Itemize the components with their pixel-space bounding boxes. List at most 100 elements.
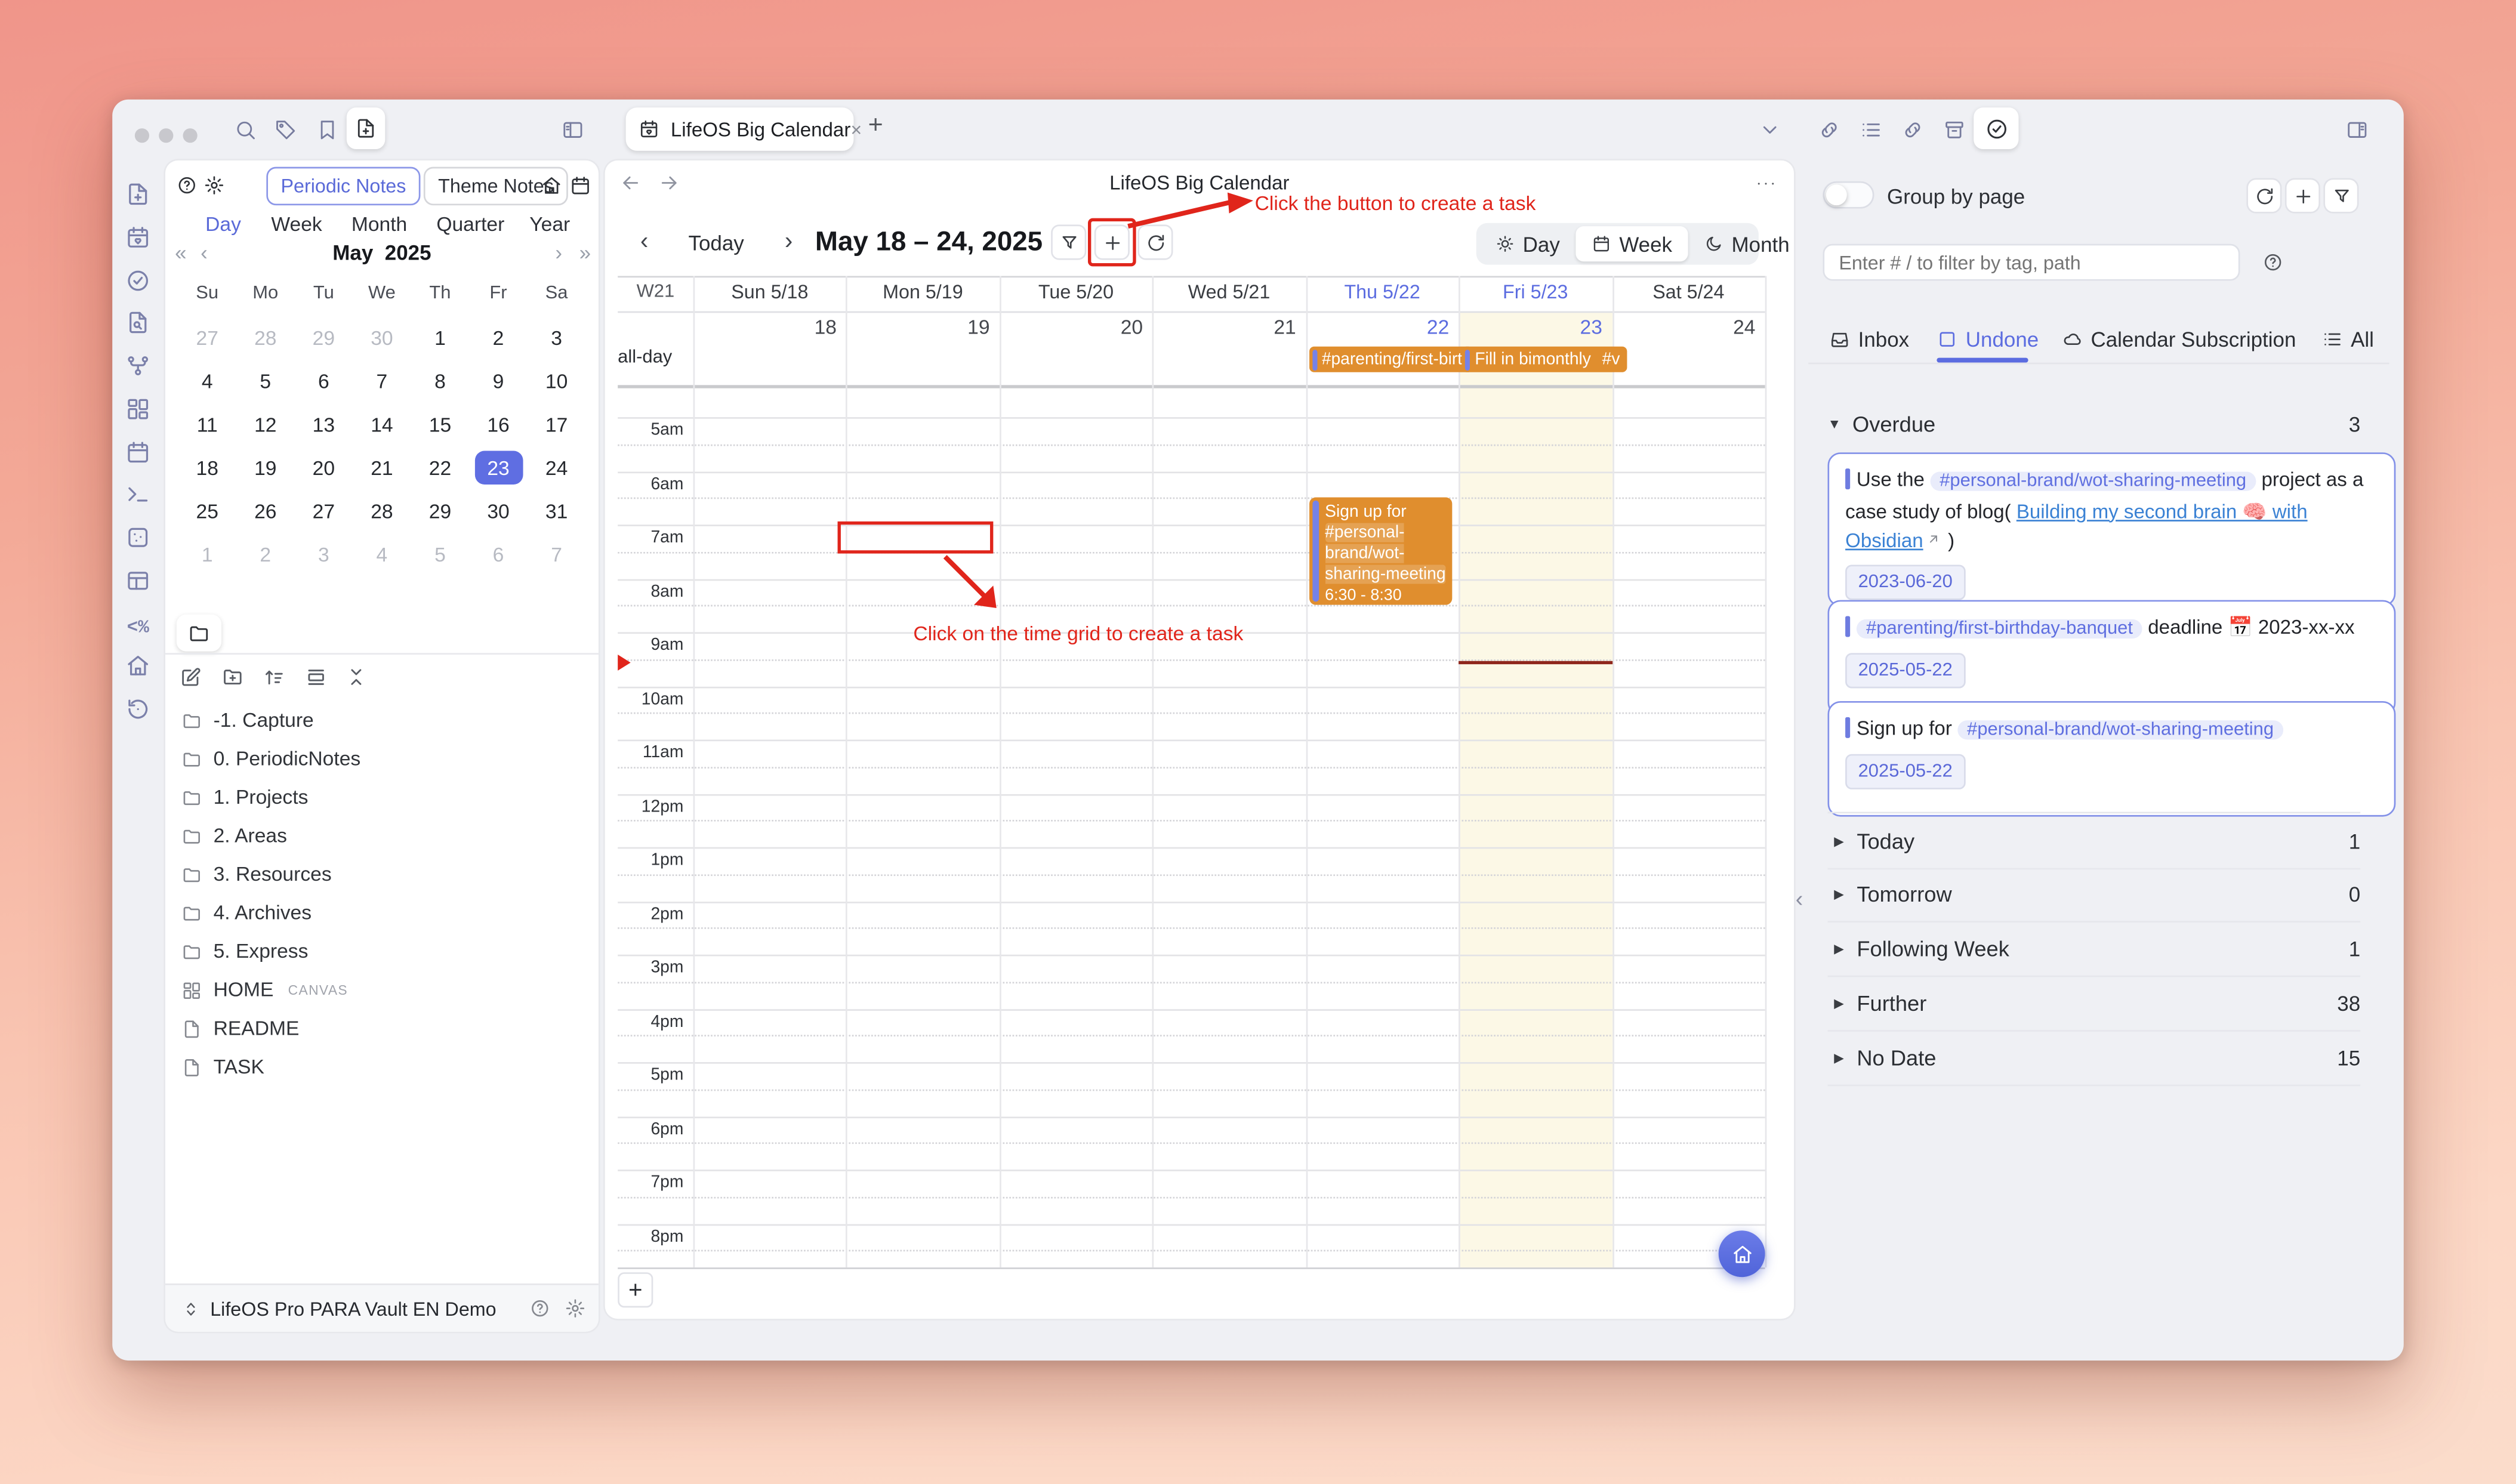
check-circle-button[interactable] [1974,107,2018,149]
tag-pill[interactable]: #personal-brand/wot-sharing-meeting [1930,472,2256,491]
mini-calendar-day[interactable]: 5 [236,359,295,403]
ribbon-history-button[interactable] [125,696,151,722]
group-section-following-week[interactable]: ▶Following Week1 [1828,921,2361,977]
mini-calendar-day[interactable]: 9 [469,359,528,403]
vault-switcher[interactable]: LifeOS Pro PARA Vault EN Demo [165,1284,599,1332]
ribbon-layout-panel-button[interactable] [125,567,151,593]
mini-calendar-day[interactable]: 8 [411,359,470,403]
mini-calendar-day[interactable]: 21 [353,446,411,489]
day-header-sun[interactable]: Sun 5/18 [693,281,847,304]
mini-calendar-day[interactable]: 19 [236,446,295,489]
calendar-button[interactable] [570,175,591,196]
collapse-button[interactable] [345,666,368,689]
day-header-wed[interactable]: Wed 5/21 [1152,281,1306,304]
day-header-tue[interactable]: Tue 5/20 [1000,281,1153,304]
day-header-fri[interactable]: Fri 5/23 [1459,281,1612,304]
mini-calendar-day[interactable]: 25 [178,489,236,533]
minimize-window-button[interactable] [159,128,173,143]
week-grid[interactable]: W21Sun 5/1818Mon 5/1919Tue 5/2020Wed 5/2… [605,161,1794,1319]
tab-inbox[interactable]: Inbox [1829,328,1909,351]
gear-button[interactable] [204,175,224,196]
mini-calendar-day[interactable]: 6 [469,533,528,576]
ribbon-dice-button[interactable] [125,525,151,550]
close-window-button[interactable] [135,128,149,143]
file-tree-item[interactable]: 5. Express [165,932,599,971]
edit-button[interactable] [180,666,202,689]
search-button[interactable] [235,119,257,141]
tag-pill[interactable]: #personal-brand/wot-sharing-meeting [1957,720,2283,739]
note-link[interactable]: Building my second brain 🧠 with Obsidian [1845,500,2307,552]
mini-calendar-day[interactable]: 29 [295,316,353,360]
period-tab-day[interactable]: Day [205,214,241,236]
mini-calendar-day[interactable]: 5 [411,533,470,576]
mini-calendar-day[interactable]: 7 [528,533,586,576]
ribbon-template-button[interactable]: <% [125,610,151,636]
tab-all[interactable]: All [2322,328,2374,351]
archive-button[interactable] [1943,119,1966,141]
due-date-badge[interactable]: 2025-05-22 [1845,652,1965,688]
mini-calendar-day[interactable]: 16 [469,403,528,446]
link-out-button[interactable] [1818,119,1840,141]
mini-calendar-day[interactable]: 23 [469,446,528,489]
ribbon-terminal-button[interactable] [125,482,151,507]
help-icon[interactable] [529,1298,550,1319]
file-tree-item[interactable]: HOMECANVAS [165,971,599,1010]
settings-icon[interactable] [565,1298,585,1319]
group-by-page-toggle[interactable] [1823,181,1874,209]
mini-calendar-day[interactable]: 6 [295,359,353,403]
mini-calendar-day[interactable]: 1 [411,316,470,360]
bookmark-button[interactable] [316,119,339,141]
all-day-event[interactable]: Fill in bimonthly#v [1462,347,1626,372]
group-section-no-date[interactable]: ▶No Date15 [1828,1030,2361,1086]
mini-calendar-day[interactable]: 1 [178,533,236,576]
file-tree-item[interactable]: TASK [165,1048,599,1087]
refresh-button[interactable] [2246,178,2281,213]
group-section-tomorrow[interactable]: ▶Tomorrow0 [1828,866,2361,923]
ribbon-check-circle-button[interactable] [125,267,151,293]
panel-button[interactable] [305,666,328,689]
sidebar-right-button[interactable] [2346,119,2369,141]
mini-calendar-day[interactable]: 17 [528,403,586,446]
ribbon-calendar-heart-button[interactable] [125,224,151,250]
ribbon-canvas-button[interactable] [125,396,151,421]
task-card[interactable]: #parenting/first-birthday-banquet deadli… [1828,600,2396,716]
tab-undone[interactable]: Undone [1937,328,2039,351]
day-header-thu[interactable]: Thu 5/22 [1306,281,1459,304]
mini-calendar-day[interactable]: 12 [236,403,295,446]
mini-calendar-day[interactable]: 2 [469,316,528,360]
tab-calendar-subscription[interactable]: Calendar Subscription [2062,328,2296,351]
mini-calendar-day[interactable]: 3 [528,316,586,360]
file-plus-button[interactable] [347,107,386,149]
tag-filter-input[interactable] [1823,244,2240,281]
mini-calendar-day[interactable]: 4 [178,359,236,403]
tab-close-icon[interactable]: × [850,118,862,141]
period-tab-year[interactable]: Year [529,214,570,236]
mini-calendar-day[interactable]: 30 [469,489,528,533]
tab-lifeos-big-calendar[interactable]: LifeOS Big Calendar × [626,107,854,151]
mini-calendar-day[interactable]: 28 [353,489,411,533]
file-explorer-tab[interactable] [177,615,221,652]
mini-calendar-day[interactable]: 4 [353,533,411,576]
group-section-further[interactable]: ▶Further38 [1828,976,2361,1032]
task-card[interactable]: Use the #personal-brand/wot-sharing-meet… [1828,452,2396,606]
new-tab-button[interactable]: + [868,112,883,141]
collapse-right-panel-handle[interactable]: ‹ [1796,886,1803,911]
overdue-section-header[interactable]: ▼ Overdue 3 [1828,409,2361,438]
task-card[interactable]: Sign up for #personal-brand/wot-sharing-… [1828,701,2396,817]
mini-calendar-day[interactable]: 24 [528,446,586,489]
mini-calendar-day[interactable]: 15 [411,403,470,446]
help-button[interactable] [177,175,198,196]
folder-plus-button[interactable] [221,666,244,689]
next-month-button[interactable]: › [555,240,562,264]
due-date-badge[interactable]: 2025-05-22 [1845,753,1965,789]
ribbon-calendar-button[interactable] [125,439,151,464]
ribbon-file-plus-button[interactable] [125,181,151,207]
day-header-sat[interactable]: Sat 5/24 [1612,281,1765,304]
home-button[interactable] [541,175,562,196]
mini-calendar-day[interactable]: 11 [178,403,236,446]
file-tree-item[interactable]: 3. Resources [165,855,599,894]
zoom-window-button[interactable] [183,128,198,143]
list-button[interactable] [1860,119,1882,141]
sort-asc-button[interactable] [263,666,286,689]
group-section-today[interactable]: ▶Today1 [1828,812,2361,870]
